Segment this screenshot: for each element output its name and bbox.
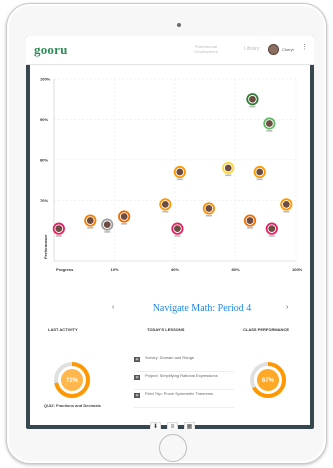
student-avatar (176, 168, 184, 176)
student-avatar (224, 164, 232, 172)
y-tick-label: 100% (40, 77, 51, 82)
x-tick-label: 80% (232, 267, 240, 272)
student-point (243, 214, 257, 229)
dashboard-content: 100% 90% 80% 70% 10% 40% 80% 100% Progress Perfor… (30, 65, 310, 429)
chart-points (52, 93, 293, 237)
nav-professional-development[interactable]: Professional Development (186, 44, 226, 54)
x-axis-label: Progress (56, 267, 74, 272)
lesson-icon: ▤ (134, 375, 140, 380)
student-name-label (283, 210, 290, 213)
lesson-title: Project: Simplifying Rational Expression… (145, 373, 218, 378)
lesson-item[interactable]: ▤ Field Trip: Prove Symmetric Theorems (134, 390, 234, 408)
user-name[interactable]: Cheryl (282, 47, 294, 52)
nav-library[interactable]: Library (244, 46, 259, 52)
student-name-label (174, 235, 181, 237)
student-name-label (266, 129, 273, 132)
student-name-label (121, 223, 128, 225)
last-activity-donut[interactable]: 72% (52, 360, 92, 400)
class-title[interactable]: Navigate Math: Period 4 (122, 303, 282, 314)
student-avatar (55, 225, 63, 233)
student-point (101, 218, 114, 233)
student-avatar (174, 225, 181, 233)
student-avatar (103, 221, 111, 229)
prev-class-button[interactable]: ‹ (112, 304, 114, 311)
student-point (263, 117, 276, 132)
student-avatar (86, 217, 94, 224)
class-navigator: ‹ Navigate Math: Period 4 › (30, 303, 310, 317)
last-activity-heading: LAST ACTIVITY (48, 327, 78, 332)
last-activity-label[interactable]: QUIZ: Fractions and Decimals (44, 403, 101, 408)
student-point (52, 222, 65, 237)
next-class-button[interactable]: › (286, 304, 288, 311)
avatar[interactable] (268, 44, 279, 55)
student-point (202, 202, 215, 217)
student-point (159, 198, 172, 213)
lesson-item[interactable]: ▤ Project: Simplifying Rational Expressi… (134, 372, 234, 390)
student-point (84, 214, 97, 229)
student-avatar (282, 200, 290, 208)
student-name-label (268, 235, 275, 237)
student-avatar (256, 168, 264, 176)
student-name-label (256, 178, 263, 181)
student-point (171, 222, 184, 237)
class-performance-score: 67% (262, 378, 275, 384)
student-avatar (268, 225, 276, 233)
student-name-label (225, 174, 232, 177)
student-avatar (205, 205, 213, 212)
lesson-item[interactable]: ▤ Survey: Domain and Range (134, 354, 234, 372)
student-avatar (120, 213, 128, 220)
lesson-icon: ▤ (134, 357, 140, 362)
student-point (118, 210, 131, 225)
more-options-icon[interactable]: ⋮ (301, 44, 308, 51)
grid-icon[interactable]: ▦ (184, 422, 195, 429)
student-point (222, 161, 235, 177)
home-button[interactable] (159, 434, 187, 462)
student-avatar (161, 200, 169, 208)
class-performance-donut[interactable]: 67% (248, 360, 288, 400)
student-point (246, 93, 259, 108)
todays-lessons-heading: TODAY'S LESSONS (147, 327, 185, 332)
y-axis-label: Performance (43, 234, 48, 259)
download-icon[interactable]: ⬇ (150, 422, 161, 429)
lesson-title: Survey: Domain and Range (145, 355, 195, 360)
y-tick-label: 70% (40, 198, 48, 203)
app-header: gooru Professional Development Library C… (26, 36, 314, 65)
y-tick-label: 90% (40, 117, 48, 122)
student-point (265, 222, 278, 237)
last-activity-score: 72% (66, 378, 79, 384)
student-point (173, 165, 186, 181)
student-avatar (246, 217, 254, 224)
lessons-list: ▤ Survey: Domain and Range ▤ Project: Si… (134, 354, 234, 408)
student-name-label (205, 214, 212, 217)
student-name-label (55, 235, 62, 237)
student-name-label (176, 178, 183, 181)
y-tick-label: 80% (40, 157, 48, 162)
lesson-title: Field Trip: Prove Symmetric Theorems (145, 391, 214, 396)
performance-scatter-chart: 100% 90% 80% 70% 10% 40% 80% 100% Progress Perfor… (40, 77, 303, 273)
student-point (280, 198, 293, 213)
student-name-label (87, 227, 94, 229)
view-toolbar: ⬇ ≡ ▦ (150, 422, 196, 429)
logo[interactable]: gooru (34, 42, 68, 58)
student-name-label (104, 231, 111, 233)
screen: gooru Professional Development Library C… (26, 36, 314, 429)
student-point (253, 165, 266, 181)
filter-icon[interactable]: ≡ (167, 422, 178, 429)
student-name-label (162, 210, 169, 213)
x-tick-label: 10% (111, 267, 119, 272)
x-tick-label: 100% (292, 267, 303, 272)
student-name-label (249, 105, 256, 108)
student-avatar (249, 95, 256, 103)
class-performance-heading: CLASS PERFORMANCE (243, 327, 290, 332)
lesson-icon: ▤ (134, 393, 140, 398)
student-name-label (247, 227, 254, 229)
x-tick-label: 40% (171, 267, 179, 272)
camera-dot (177, 23, 181, 27)
student-avatar (265, 120, 273, 127)
